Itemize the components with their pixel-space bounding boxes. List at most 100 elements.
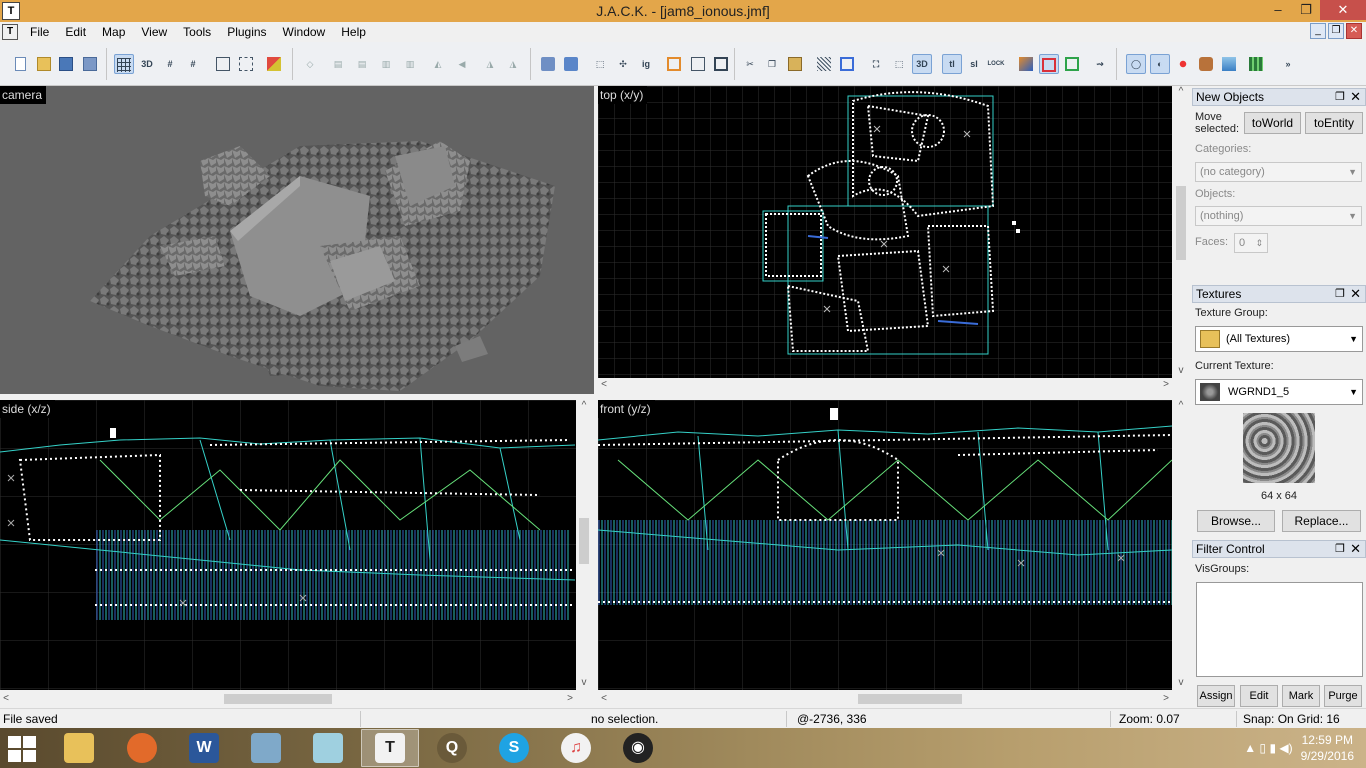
texture-lock-button[interactable]: tl (942, 54, 962, 74)
faces-spinner[interactable]: 0 ⇕ (1234, 233, 1268, 253)
texture-group-dropdown[interactable]: (All Textures) ▼ (1195, 326, 1363, 352)
path-tool-icon[interactable]: ⇝ (1090, 54, 1110, 74)
align-bottom-icon[interactable]: ▥ (400, 54, 420, 74)
new-file-icon[interactable] (10, 54, 30, 74)
menu-edit[interactable]: Edit (57, 22, 94, 42)
copy-icon[interactable]: ❐ (762, 54, 782, 74)
browse-button[interactable]: Browse... (1197, 510, 1275, 532)
panel-close-icon[interactable]: ✕ (1350, 541, 1361, 557)
objects-dropdown[interactable]: (nothing) ▼ (1195, 206, 1362, 226)
current-texture-dropdown[interactable]: WGRND1_5 ▼ (1195, 379, 1363, 405)
hatch-icon[interactable] (814, 54, 834, 74)
panel-close-icon[interactable]: ✕ (1350, 286, 1361, 302)
taskbar-quake-icon[interactable]: Q (423, 729, 481, 767)
top-viewport[interactable]: top (x/y) (598, 86, 1172, 378)
menu-file[interactable]: File (22, 22, 57, 42)
panel-close-icon[interactable]: ✕ (1350, 89, 1361, 105)
purge-button[interactable]: Purge (1324, 685, 1362, 707)
clip-tool-icon[interactable] (1039, 54, 1059, 74)
replace-button[interactable]: Replace... (1282, 510, 1361, 532)
box-solid-icon[interactable] (711, 54, 731, 74)
lock-button[interactable]: LOCK (986, 54, 1006, 74)
side-viewport[interactable]: side (x/z) (0, 400, 576, 690)
dock-pin-icon[interactable]: ❐ (1335, 287, 1345, 300)
categories-dropdown[interactable]: (no category) ▼ (1195, 162, 1362, 182)
grid-larger-icon[interactable]: # (183, 54, 203, 74)
mark-button[interactable]: Mark (1282, 685, 1320, 707)
menu-view[interactable]: View (133, 22, 175, 42)
taskbar-jack-icon[interactable]: T (361, 729, 419, 767)
box-orange-icon[interactable] (664, 54, 684, 74)
zoom-selection-icon[interactable]: ⬚ (889, 54, 909, 74)
grid-toggle-icon[interactable] (114, 54, 134, 74)
save-as-icon[interactable] (80, 54, 100, 74)
ungroup-icon[interactable] (236, 54, 256, 74)
align-left-icon[interactable]: ▤ (328, 54, 348, 74)
close-button[interactable]: ✕ (1320, 0, 1366, 20)
select-none-icon[interactable]: ✣ (613, 54, 633, 74)
edit-button[interactable]: Edit (1240, 685, 1278, 707)
doc-close-button[interactable]: ✕ (1346, 23, 1362, 39)
textured-mode-icon[interactable] (1196, 54, 1216, 74)
side-view-hscroll[interactable]: < > (0, 692, 576, 706)
create-entity-icon[interactable] (561, 54, 581, 74)
create-brush-icon[interactable] (538, 54, 558, 74)
clock[interactable]: 12:59 PM 9/29/2016 (1301, 732, 1354, 764)
taskbar-glass-icon[interactable] (299, 729, 357, 767)
maximize-button[interactable]: ❐ (1292, 0, 1320, 20)
taskbar-word-icon[interactable]: W (175, 729, 233, 767)
paste-icon[interactable] (785, 54, 805, 74)
top-view-hscroll[interactable]: < > (598, 378, 1172, 392)
front-viewport[interactable]: front (y/z) (598, 400, 1172, 690)
menu-map[interactable]: Map (94, 22, 133, 42)
front-view-vscroll[interactable]: ^ v (1173, 400, 1189, 690)
lightmap-mode-icon[interactable] (1219, 54, 1239, 74)
to-world-button[interactable]: toWorld (1244, 112, 1301, 134)
assign-button[interactable]: Assign (1197, 685, 1235, 707)
light-mode-icon[interactable] (1173, 54, 1193, 74)
frame-icon[interactable] (837, 54, 857, 74)
dock-pin-icon[interactable]: ❐ (1335, 542, 1345, 555)
taskbar-firefox-icon[interactable] (113, 729, 171, 767)
grid-3d-button[interactable]: 3D (137, 54, 157, 74)
texture-lock-icon[interactable] (264, 54, 284, 74)
cut-icon[interactable]: ✂ (740, 54, 760, 74)
grid-smaller-icon[interactable]: # (160, 54, 180, 74)
save-icon[interactable] (56, 54, 76, 74)
camera-viewport[interactable]: camera (0, 86, 594, 394)
align-top-icon[interactable]: ▥ (376, 54, 396, 74)
menu-window[interactable]: Window (275, 22, 334, 42)
app-icon[interactable]: T (2, 2, 20, 20)
flip-horizontal-icon[interactable]: ◭ (428, 54, 448, 74)
taskbar-obs-icon[interactable]: ◉ (609, 729, 667, 767)
open-folder-icon[interactable] (34, 54, 54, 74)
side-view-vscroll[interactable]: ^ v (576, 400, 592, 690)
doc-minimize-button[interactable]: _ (1310, 23, 1326, 39)
ignore-groups-button[interactable]: ig (636, 54, 656, 74)
start-windows-icon[interactable] (8, 736, 38, 762)
run-map-icon[interactable] (1246, 54, 1266, 74)
menu-tools[interactable]: Tools (175, 22, 219, 42)
zoom-fit-icon[interactable]: ⛶ (866, 54, 886, 74)
doc-restore-button[interactable]: ❐ (1328, 23, 1344, 39)
visgroups-list[interactable] (1196, 582, 1363, 677)
flip-vertical-icon[interactable]: ◀ (452, 54, 472, 74)
toolbar-overflow-left-icon[interactable]: » (1278, 54, 1298, 74)
to-entity-button[interactable]: toEntity (1305, 112, 1363, 134)
minimize-button[interactable]: ‒ (1264, 0, 1292, 20)
rotate-right-icon[interactable]: ◮ (503, 54, 523, 74)
scale-lock-button[interactable]: sl (964, 54, 984, 74)
align-right-icon[interactable]: ▤ (352, 54, 372, 74)
front-view-hscroll[interactable]: < > (598, 692, 1172, 706)
taskbar-file-explorer-icon[interactable] (50, 729, 108, 767)
top-view-vscroll[interactable]: ^ v (1173, 86, 1189, 378)
menu-help[interactable]: Help (333, 22, 374, 42)
tray-icons[interactable]: ▲ ▯ ▮ ◀) (1244, 741, 1292, 755)
taskbar-itunes-icon[interactable]: ♫ (547, 729, 605, 767)
vertex-tool-icon[interactable] (1016, 54, 1036, 74)
texture-app-icon[interactable] (1062, 54, 1082, 74)
wireframe-mode-icon[interactable]: ◯ (1126, 54, 1146, 74)
flat-mode-icon[interactable]: ◐ (1150, 54, 1170, 74)
taskbar-drive-icon[interactable] (237, 729, 295, 767)
box-outline-icon[interactable] (688, 54, 708, 74)
